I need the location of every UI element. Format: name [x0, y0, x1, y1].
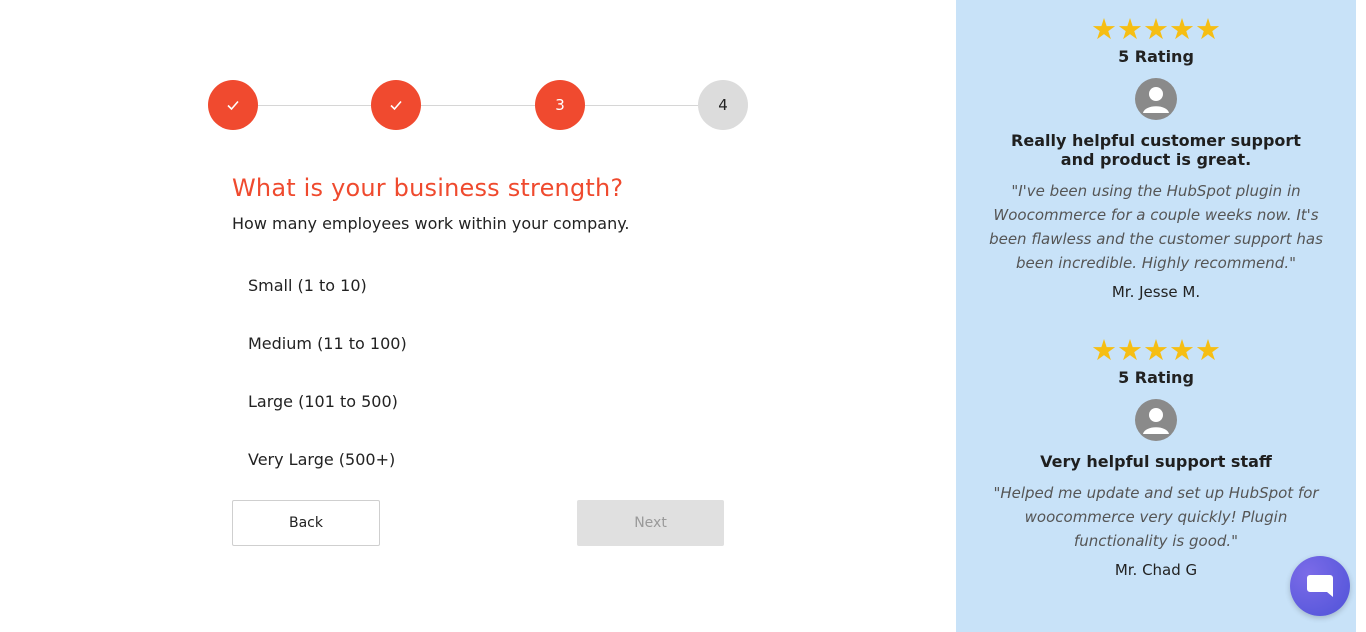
testimonials-panel: ★★★★★ 5 Rating Really helpful customer s… — [956, 0, 1356, 632]
testimonial-quote: "I've been using the HubSpot plugin in W… — [989, 182, 1323, 272]
checkmark-icon — [390, 100, 402, 111]
testimonial-quote: "Helped me update and set up HubSpot for… — [993, 484, 1319, 550]
question-subtitle: How many employees work within your comp… — [232, 214, 630, 233]
testimonial-title: Really helpful customer support and prod… — [1011, 131, 1301, 169]
option-very-large[interactable]: Very Large (500+) — [232, 436, 722, 482]
step-number: 4 — [718, 96, 728, 114]
user-avatar-icon — [1135, 399, 1177, 441]
testimonial-card: ★★★★★ 5 Rating Very helpful support staf… — [956, 335, 1356, 579]
step-connector — [258, 105, 371, 106]
step-2 — [371, 80, 421, 130]
option-medium[interactable]: Medium (11 to 100) — [232, 320, 722, 366]
chat-launcher-button[interactable] — [1290, 556, 1350, 616]
chat-bubble-icon — [1307, 575, 1333, 597]
step-number: 3 — [555, 96, 565, 114]
back-button[interactable]: Back — [232, 500, 380, 546]
answer-options: Small (1 to 10) Medium (11 to 100) Large… — [232, 262, 722, 494]
testimonial-card: ★★★★★ 5 Rating Really helpful customer s… — [956, 14, 1356, 301]
step-connector — [421, 105, 535, 106]
next-button[interactable]: Next — [577, 500, 724, 546]
user-avatar-icon — [1135, 78, 1177, 120]
progress-stepper: 3 4 — [208, 80, 748, 130]
checkmark-icon — [227, 100, 239, 111]
step-3: 3 — [535, 80, 585, 130]
star-rating-icon: ★★★★★ — [1091, 12, 1221, 46]
rating-label: 5 Rating — [1118, 47, 1194, 66]
option-large[interactable]: Large (101 to 500) — [232, 378, 722, 424]
option-small[interactable]: Small (1 to 10) — [232, 262, 722, 308]
rating-label: 5 Rating — [1118, 368, 1194, 387]
star-rating-icon: ★★★★★ — [1091, 333, 1221, 367]
question-title: What is your business strength? — [232, 174, 624, 202]
step-4: 4 — [698, 80, 748, 130]
page-edge — [1356, 0, 1366, 632]
step-connector — [585, 105, 698, 106]
testimonial-title: Very helpful support staff — [1040, 452, 1272, 471]
step-1 — [208, 80, 258, 130]
testimonial-author: Mr. Jesse M. — [1111, 283, 1201, 301]
